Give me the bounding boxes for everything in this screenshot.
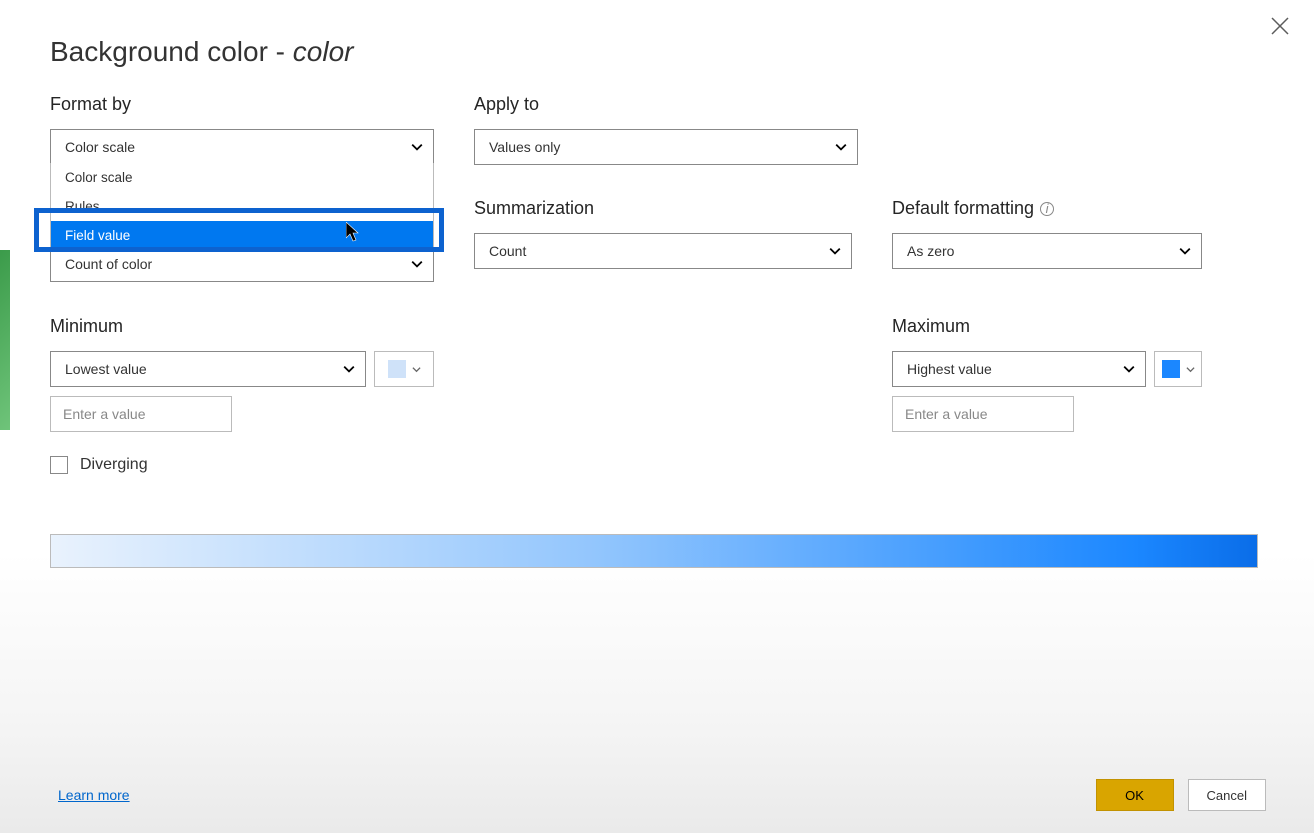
default-formatting-select[interactable]: As zero: [892, 233, 1202, 269]
maximum-value-input[interactable]: [892, 396, 1074, 432]
maximum-swatch: [1162, 360, 1180, 378]
background-color-dialog: Background color - color Format by Color…: [10, 0, 1314, 833]
default-formatting-label-text: Default formatting: [892, 198, 1034, 219]
minimum-swatch: [388, 360, 406, 378]
info-icon[interactable]: i: [1040, 202, 1054, 216]
maximum-value: Highest value: [907, 361, 992, 377]
summarization-value: Count: [489, 243, 526, 259]
diverging-field: Diverging: [50, 456, 434, 474]
summarization-field: Summarization Count: [474, 198, 858, 269]
dropdown-option-rules[interactable]: Rules: [51, 192, 433, 221]
minimum-select[interactable]: Lowest value: [50, 351, 366, 387]
minimum-value: Lowest value: [65, 361, 147, 377]
default-formatting-label: Default formatting i: [892, 198, 1202, 219]
format-by-label: Format by: [50, 94, 434, 115]
diverging-label: Diverging: [80, 456, 148, 474]
apply-to-field: Apply to Values only: [474, 94, 858, 165]
format-by-field: Format by Color scale Color scale Rules …: [50, 94, 434, 165]
title-main: Background color: [50, 36, 268, 67]
format-by-dropdown: Color scale Rules Field value: [50, 163, 434, 251]
diverging-checkbox[interactable]: [50, 456, 68, 474]
maximum-label: Maximum: [892, 316, 1202, 337]
minimum-field: Minimum Lowest value: [50, 316, 434, 432]
maximum-field: Maximum Highest value: [892, 316, 1202, 432]
chevron-down-icon: [835, 141, 847, 153]
apply-to-value: Values only: [489, 139, 560, 155]
default-formatting-field: Default formatting i As zero: [892, 198, 1202, 269]
cursor-icon: [346, 222, 362, 244]
based-on-field-value: Count of color: [65, 256, 152, 272]
chevron-down-icon: [411, 258, 423, 270]
dropdown-option-color-scale[interactable]: Color scale: [51, 163, 433, 192]
dialog-title: Background color - color: [50, 36, 1266, 68]
title-field: color: [293, 36, 354, 67]
chevron-down-icon: [1123, 363, 1135, 375]
dialog-footer: Learn more OK Cancel: [58, 779, 1266, 811]
summarization-label: Summarization: [474, 198, 858, 219]
close-button[interactable]: [1268, 14, 1292, 38]
format-by-select[interactable]: Color scale: [50, 129, 434, 165]
title-separator: -: [268, 36, 293, 67]
chevron-down-icon: [343, 363, 355, 375]
form-grid: Format by Color scale Color scale Rules …: [50, 94, 1266, 494]
minimum-color-picker[interactable]: [374, 351, 434, 387]
dropdown-option-field-value[interactable]: Field value: [51, 221, 433, 250]
based-on-field-select[interactable]: Count of color: [50, 246, 434, 282]
gradient-preview-bar: [50, 534, 1258, 568]
chevron-down-icon: [1179, 245, 1191, 257]
ok-button[interactable]: OK: [1096, 779, 1174, 811]
maximum-color-picker[interactable]: [1154, 351, 1202, 387]
based-on-field: Count of color: [50, 246, 434, 282]
apply-to-label: Apply to: [474, 94, 858, 115]
default-formatting-value: As zero: [907, 243, 954, 259]
minimum-value-input[interactable]: [50, 396, 232, 432]
cancel-button[interactable]: Cancel: [1188, 779, 1266, 811]
chevron-down-icon: [411, 141, 423, 153]
learn-more-link[interactable]: Learn more: [58, 787, 130, 803]
summarization-select[interactable]: Count: [474, 233, 852, 269]
format-by-value: Color scale: [65, 139, 135, 155]
minimum-label: Minimum: [50, 316, 434, 337]
footer-buttons: OK Cancel: [1096, 779, 1266, 811]
background-sliver: [0, 250, 10, 430]
chevron-down-icon: [412, 365, 421, 374]
diverging-row: Diverging: [50, 456, 434, 474]
close-icon: [1268, 14, 1292, 38]
chevron-down-icon: [1186, 365, 1195, 374]
maximum-select[interactable]: Highest value: [892, 351, 1146, 387]
apply-to-select[interactable]: Values only: [474, 129, 858, 165]
chevron-down-icon: [829, 245, 841, 257]
